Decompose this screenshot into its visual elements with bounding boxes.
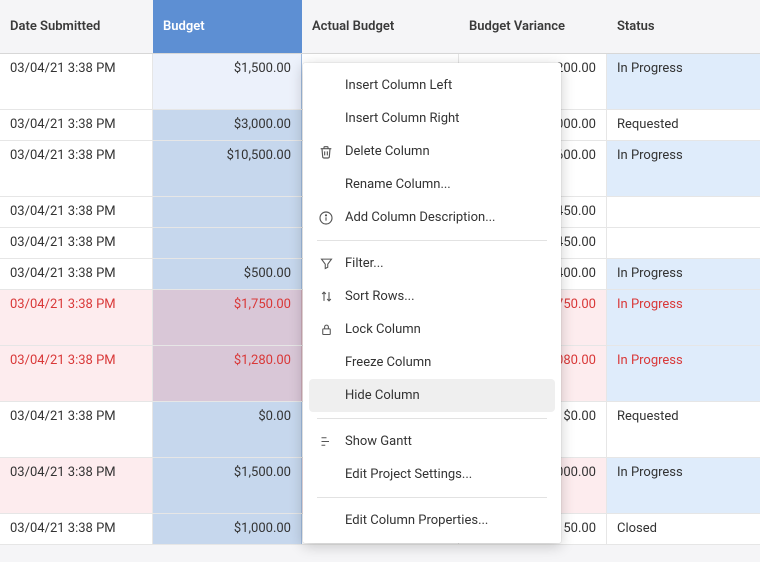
menu-edit-column-properties-label: Edit Column Properties... bbox=[345, 513, 488, 528]
header-budget-variance[interactable]: Budget Variance bbox=[459, 0, 607, 53]
cell-status[interactable]: In Progress bbox=[607, 346, 760, 401]
cell-budget[interactable] bbox=[153, 228, 302, 258]
menu-add-column-description-label: Add Column Description... bbox=[345, 210, 495, 225]
menu-edit-project-settings-label: Edit Project Settings... bbox=[345, 467, 472, 482]
menu-insert-column-right[interactable]: Insert Column Right bbox=[303, 102, 561, 135]
menu-show-gantt[interactable]: Show Gantt bbox=[303, 425, 561, 458]
cell-status[interactable]: In Progress bbox=[607, 290, 760, 345]
filter-icon bbox=[317, 256, 335, 271]
menu-insert-column-right-label: Insert Column Right bbox=[345, 111, 459, 126]
cell-budget[interactable]: $10,500.00 bbox=[153, 141, 302, 196]
menu-hide-column-label: Hide Column bbox=[345, 388, 420, 403]
menu-filter-label: Filter... bbox=[345, 256, 384, 271]
cell-date[interactable]: 03/04/21 3:38 PM bbox=[0, 228, 153, 258]
cell-date[interactable]: 03/04/21 3:38 PM bbox=[0, 197, 153, 227]
menu-sort-rows[interactable]: Sort Rows... bbox=[303, 280, 561, 313]
cell-date[interactable]: 03/04/21 3:38 PM bbox=[0, 290, 153, 345]
cell-status[interactable]: Closed bbox=[607, 514, 760, 544]
cell-budget[interactable]: $1,500.00 bbox=[153, 54, 302, 109]
cell-status[interactable] bbox=[607, 228, 760, 258]
menu-insert-column-left-label: Insert Column Left bbox=[345, 78, 452, 93]
sort-icon bbox=[317, 289, 335, 304]
cell-status[interactable]: In Progress bbox=[607, 54, 760, 109]
menu-delete-column-label: Delete Column bbox=[345, 144, 430, 159]
lock-icon bbox=[317, 322, 335, 337]
cell-status[interactable]: Requested bbox=[607, 110, 760, 140]
header-date-submitted[interactable]: Date Submitted bbox=[0, 0, 153, 53]
menu-edit-project-settings[interactable]: Edit Project Settings... bbox=[303, 458, 561, 491]
cell-budget[interactable]: $0.00 bbox=[153, 402, 302, 457]
menu-hide-column[interactable]: Hide Column bbox=[309, 379, 555, 412]
menu-freeze-column-label: Freeze Column bbox=[345, 355, 431, 370]
gantt-icon bbox=[317, 434, 335, 449]
cell-status[interactable]: In Progress bbox=[607, 458, 760, 513]
cell-budget[interactable]: $500.00 bbox=[153, 259, 302, 289]
menu-freeze-column[interactable]: Freeze Column bbox=[303, 346, 561, 379]
cell-date[interactable]: 03/04/21 3:38 PM bbox=[0, 346, 153, 401]
menu-divider bbox=[317, 497, 547, 498]
cell-date[interactable]: 03/04/21 3:38 PM bbox=[0, 54, 153, 109]
cell-status[interactable]: In Progress bbox=[607, 259, 760, 289]
menu-rename-column-label: Rename Column... bbox=[345, 177, 451, 192]
menu-divider bbox=[317, 418, 547, 419]
cell-date[interactable]: 03/04/21 3:38 PM bbox=[0, 141, 153, 196]
menu-lock-column-label: Lock Column bbox=[345, 322, 421, 337]
cell-budget[interactable]: $1,280.00 bbox=[153, 346, 302, 401]
menu-filter[interactable]: Filter... bbox=[303, 247, 561, 280]
menu-sort-rows-label: Sort Rows... bbox=[345, 289, 415, 304]
info-icon bbox=[317, 210, 335, 226]
column-context-menu: Insert Column Left Insert Column Right D… bbox=[303, 63, 561, 543]
table-header-row: Date Submitted Budget Actual Budget Budg… bbox=[0, 0, 760, 54]
header-budget[interactable]: Budget bbox=[153, 0, 302, 53]
cell-date[interactable]: 03/04/21 3:38 PM bbox=[0, 458, 153, 513]
cell-date[interactable]: 03/04/21 3:38 PM bbox=[0, 514, 153, 544]
menu-show-gantt-label: Show Gantt bbox=[345, 434, 412, 449]
trash-icon bbox=[317, 144, 335, 160]
header-status[interactable]: Status bbox=[607, 0, 760, 53]
cell-date[interactable]: 03/04/21 3:38 PM bbox=[0, 259, 153, 289]
menu-lock-column[interactable]: Lock Column bbox=[303, 313, 561, 346]
cell-budget[interactable]: $3,000.00 bbox=[153, 110, 302, 140]
menu-edit-column-properties[interactable]: Edit Column Properties... bbox=[303, 504, 561, 537]
cell-budget[interactable]: $1,750.00 bbox=[153, 290, 302, 345]
menu-add-column-description[interactable]: Add Column Description... bbox=[303, 201, 561, 234]
header-actual-budget[interactable]: Actual Budget bbox=[302, 0, 459, 53]
cell-budget[interactable] bbox=[153, 197, 302, 227]
cell-date[interactable]: 03/04/21 3:38 PM bbox=[0, 110, 153, 140]
cell-budget[interactable]: $1,000.00 bbox=[153, 514, 302, 544]
menu-delete-column[interactable]: Delete Column bbox=[303, 135, 561, 168]
cell-date[interactable]: 03/04/21 3:38 PM bbox=[0, 402, 153, 457]
cell-status[interactable]: Requested bbox=[607, 402, 760, 457]
cell-status[interactable]: In Progress bbox=[607, 141, 760, 196]
cell-budget[interactable]: $1,500.00 bbox=[153, 458, 302, 513]
menu-divider bbox=[317, 240, 547, 241]
menu-rename-column[interactable]: Rename Column... bbox=[303, 168, 561, 201]
menu-insert-column-left[interactable]: Insert Column Left bbox=[303, 69, 561, 102]
cell-status[interactable] bbox=[607, 197, 760, 227]
